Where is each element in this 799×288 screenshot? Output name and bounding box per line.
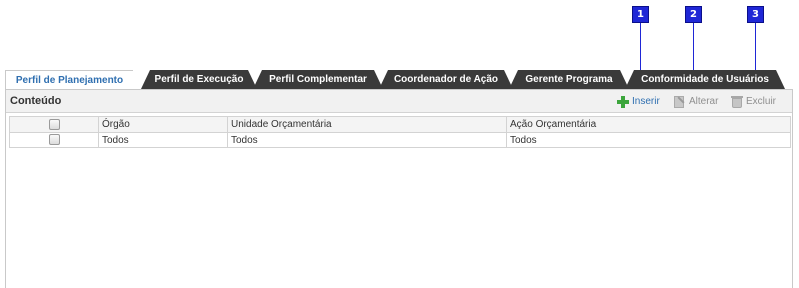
delete-label: Excluir (746, 96, 777, 107)
tab-bar: Perfil de Planejamento Perfil de Execuçã… (5, 70, 794, 89)
tab-perfil-planejamento[interactable]: Perfil de Planejamento (5, 70, 133, 89)
row-checkbox[interactable] (48, 134, 60, 146)
trash-icon (730, 95, 744, 109)
edit-label: Alterar (689, 96, 719, 107)
plus-icon (616, 94, 630, 109)
callout-3: 3 (747, 6, 764, 23)
panel-title: Conteúdo (10, 95, 62, 107)
tab-gerente-programa[interactable]: Gerente Programa (509, 70, 629, 89)
delete-button[interactable]: Excluir (730, 94, 776, 109)
insert-label: Inserir (632, 96, 660, 107)
content-panel: Conteúdo Inserir Alterar Excluir Órgão U… (5, 89, 793, 288)
table-header-row: Órgão Unidade Orçamentária Ação Orçament… (9, 116, 791, 133)
tab-perfil-execucao[interactable]: Perfil de Execução (141, 70, 257, 89)
callout-2: 2 (685, 6, 702, 23)
insert-button[interactable]: Inserir (616, 94, 660, 109)
tab-conformidade-usuarios[interactable]: Conformidade de Usuários (625, 70, 785, 89)
column-header-acao-orcamentaria[interactable]: Ação Orçamentária (506, 116, 791, 133)
cell-orgao: Todos (98, 132, 228, 148)
cell-unidade-orcamentaria: Todos (227, 132, 507, 148)
data-table: Órgão Unidade Orçamentária Ação Orçament… (9, 116, 791, 148)
select-all-cell (9, 116, 99, 133)
row-select-cell (9, 132, 99, 148)
edit-button[interactable]: Alterar (673, 94, 718, 109)
cell-acao-orcamentaria: Todos (506, 132, 791, 148)
edit-icon (673, 95, 687, 109)
tab-coordenador-acao[interactable]: Coordenador de Ação (379, 70, 513, 89)
tab-perfil-complementar[interactable]: Perfil Complementar (253, 70, 383, 89)
panel-header: Conteúdo Inserir Alterar Excluir (6, 90, 792, 113)
table-row[interactable]: Todos Todos Todos (9, 132, 791, 148)
callout-1: 1 (632, 6, 649, 23)
select-all-checkbox[interactable] (48, 118, 60, 130)
column-header-orgao[interactable]: Órgão (98, 116, 228, 133)
column-header-unidade-orcamentaria[interactable]: Unidade Orçamentária (227, 116, 507, 133)
